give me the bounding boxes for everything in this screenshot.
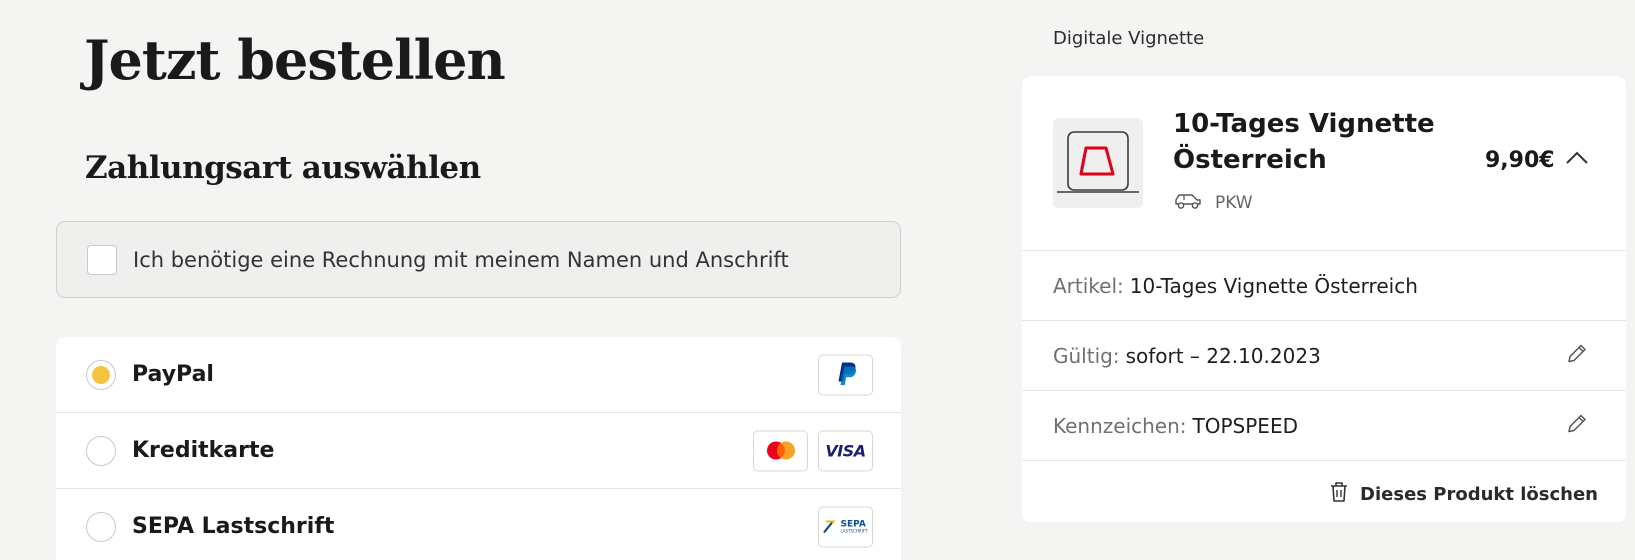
cart-product-card: 10-Tages Vignette Österreich PKW 9,90€ A… <box>1022 76 1626 522</box>
payment-option-sepa[interactable]: SEPA Lastschrift SEPA LASTSCHRIFT <box>56 489 901 560</box>
vehicle-type: PKW <box>1215 193 1253 213</box>
invoice-label: Ich benötige eine Rechnung mit meinem Na… <box>133 247 789 272</box>
paypal-logo-icon <box>818 354 873 395</box>
detail-value: sofort – 22.10.2023 <box>1125 343 1321 368</box>
visa-logo-text: VISA <box>825 441 866 460</box>
delete-product-label: Dieses Produkt löschen <box>1360 483 1598 505</box>
detail-row-license-plate: Kennzeichen: TOPSPEED <box>1022 391 1626 461</box>
vignette-thumbnail-icon <box>1053 118 1143 208</box>
payment-option-paypal[interactable]: PayPal <box>56 337 901 413</box>
chevron-up-icon[interactable] <box>1565 150 1589 170</box>
detail-value: 10-Tages Vignette Österreich <box>1129 273 1418 298</box>
product-name: 10-Tages Vignette Österreich <box>1173 109 1435 175</box>
vehicle-info: PKW <box>1173 191 1253 215</box>
cart-heading: Digitale Vignette <box>1053 28 1205 49</box>
detail-value: TOPSPEED <box>1192 413 1298 438</box>
product-price: 9,90€ <box>1485 148 1555 173</box>
trash-icon <box>1329 481 1349 507</box>
paypal-radio[interactable] <box>86 359 116 390</box>
page-title: Jetzt bestellen <box>84 28 506 92</box>
car-icon <box>1173 191 1203 215</box>
pencil-icon[interactable] <box>1565 411 1589 440</box>
payment-option-label: SEPA Lastschrift <box>132 514 335 539</box>
payment-methods: PayPal Kreditkarte VISA SEPA Lastschrift… <box>56 337 901 560</box>
detail-row-article: Artikel: 10-Tages Vignette Österreich <box>1022 251 1626 321</box>
payment-option-creditcard[interactable]: Kreditkarte VISA <box>56 413 901 489</box>
product-header: 10-Tages Vignette Österreich PKW 9,90€ <box>1022 76 1626 251</box>
delete-row: Dieses Produkt löschen <box>1022 461 1626 522</box>
payment-option-label: Kreditkarte <box>132 438 275 463</box>
payment-option-label: PayPal <box>132 362 214 387</box>
invoice-checkbox[interactable] <box>87 244 117 275</box>
detail-key: Gültig: <box>1053 343 1120 368</box>
sepa-radio[interactable] <box>86 511 116 542</box>
visa-logo-icon: VISA <box>818 430 873 471</box>
delete-product-button[interactable]: Dieses Produkt löschen <box>1329 481 1598 507</box>
detail-row-validity: Gültig: sofort – 22.10.2023 <box>1022 321 1626 391</box>
mastercard-logo-icon <box>753 430 808 471</box>
payment-section-title: Zahlungsart auswählen <box>85 150 481 186</box>
detail-key: Kennzeichen: <box>1053 413 1187 438</box>
sepa-logo-subtext: LASTSCHRIFT <box>840 528 868 533</box>
sepa-logo-icon: SEPA LASTSCHRIFT <box>818 506 873 547</box>
pencil-icon[interactable] <box>1565 341 1589 370</box>
detail-key: Artikel: <box>1053 273 1124 298</box>
invoice-option[interactable]: Ich benötige eine Rechnung mit meinem Na… <box>56 221 901 298</box>
creditcard-radio[interactable] <box>86 435 116 466</box>
